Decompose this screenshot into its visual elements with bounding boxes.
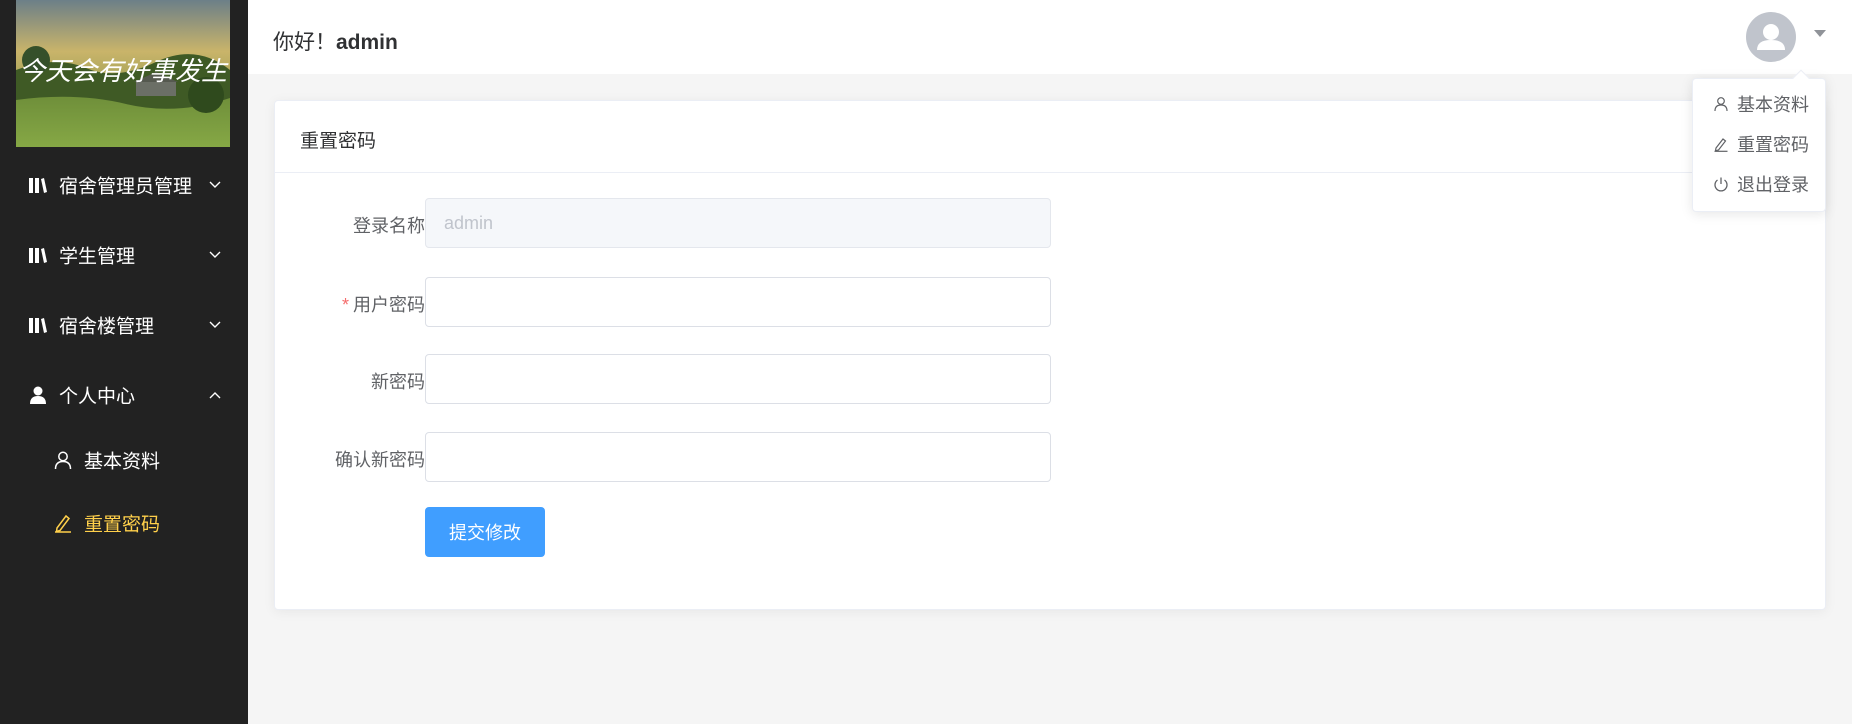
- user-icon: [1714, 97, 1728, 112]
- dropdown-item-reset-password[interactable]: 重置密码: [1693, 124, 1825, 164]
- dropdown-label: 基本资料: [1737, 95, 1809, 115]
- reset-password-card: 重置密码 登录名称 *用户密码 新密码 确认新密码 提交修改: [274, 100, 1826, 610]
- login-name-label: 登录名称: [353, 216, 425, 236]
- login-name-input[interactable]: [425, 198, 1051, 248]
- greeting-prefix: 你好！: [273, 31, 336, 54]
- username: admin: [336, 31, 398, 54]
- dropdown-label: 重置密码: [1737, 135, 1809, 155]
- required-mark: *: [341, 295, 349, 315]
- user-password-label: * 用户密码: [275, 291, 425, 317]
- menu-student[interactable]: 学生管理: [0, 225, 248, 285]
- card-header: 重置密码: [275, 101, 1825, 173]
- user-avatar-icon: [1757, 24, 1785, 50]
- book-icon: [29, 318, 47, 333]
- dropdown-label: 退出登录: [1737, 175, 1809, 195]
- user-password-label-text: 用户密码: [353, 295, 425, 315]
- menu-label: 个人中心: [59, 386, 136, 408]
- menu-personal-center[interactable]: 个人中心: [0, 365, 248, 425]
- chevron-down-icon: [209, 321, 221, 328]
- user-dropdown-menu: 基本资料 重置密码 退出登录: [1692, 69, 1826, 212]
- chevron-down-icon: [209, 181, 221, 188]
- edit-icon: [55, 514, 71, 533]
- sidebar: 今天会有好事发生 宿舍管理员管理 学生管理 宿舍楼管理 个人中心 基本资料 重置…: [0, 0, 248, 724]
- top-header: 你好！admin: [248, 0, 1852, 74]
- user-icon: [54, 451, 72, 470]
- greeting: 你好！admin: [273, 26, 398, 56]
- submenu-label: 基本资料: [84, 451, 161, 473]
- submenu-label: 重置密码: [84, 514, 161, 536]
- confirm-password-label: 确认新密码: [335, 450, 425, 470]
- submenu-profile[interactable]: 基本资料: [0, 432, 248, 488]
- dropdown-item-profile[interactable]: 基本资料: [1693, 84, 1825, 124]
- caret-down-icon[interactable]: [1814, 30, 1826, 37]
- dropdown-item-logout[interactable]: 退出登录: [1693, 164, 1825, 204]
- menu-label: 宿舍管理员管理: [59, 176, 193, 198]
- menu-label: 宿舍楼管理: [59, 316, 155, 338]
- menu-building[interactable]: 宿舍楼管理: [0, 295, 248, 355]
- logo-image: 今天会有好事发生: [16, 0, 230, 147]
- submit-button[interactable]: 提交修改: [425, 507, 545, 557]
- book-icon: [29, 178, 47, 193]
- menu-label: 学生管理: [59, 246, 136, 268]
- new-password-input[interactable]: [425, 354, 1051, 404]
- user-password-input[interactable]: [425, 277, 1051, 327]
- submenu-reset-password[interactable]: 重置密码: [0, 495, 248, 551]
- user-filled-icon: [30, 386, 46, 404]
- book-icon: [29, 248, 47, 263]
- edit-icon: [1714, 138, 1728, 152]
- avatar[interactable]: [1746, 12, 1796, 62]
- power-icon: [1714, 177, 1728, 192]
- logo-text: 今天会有好事发生: [19, 57, 229, 87]
- confirm-password-input[interactable]: [425, 432, 1051, 482]
- card-title: 重置密码: [300, 131, 377, 152]
- chevron-down-icon: [209, 251, 221, 258]
- new-password-label: 新密码: [371, 372, 425, 392]
- chevron-up-icon: [209, 392, 221, 399]
- menu-dorm-admin[interactable]: 宿舍管理员管理: [0, 155, 248, 215]
